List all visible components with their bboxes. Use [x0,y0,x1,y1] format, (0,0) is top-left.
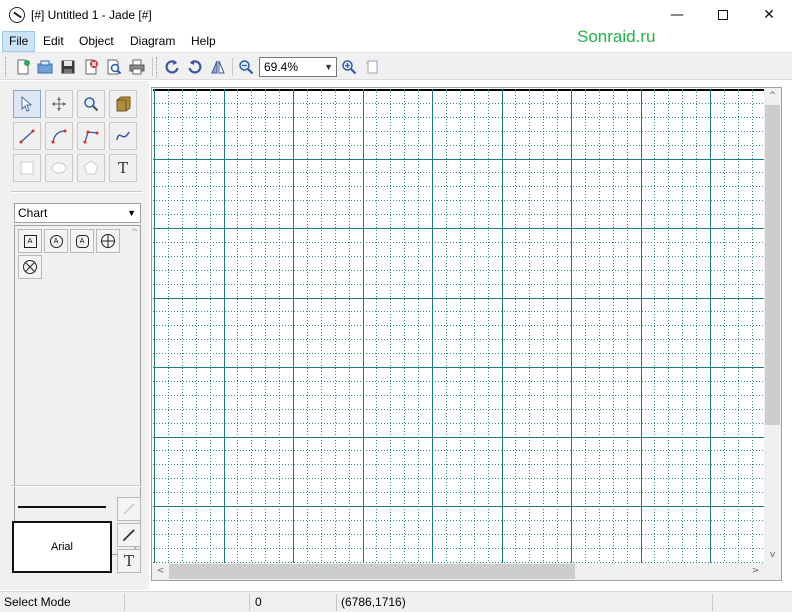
font-sample-box[interactable]: Arial [12,521,112,573]
rotate-right-icon[interactable] [184,56,206,78]
pen-light-icon [123,503,135,515]
palette-selected: Chart [18,206,48,220]
ellipse-tool[interactable] [45,154,73,182]
toolbar-grip[interactable] [5,57,8,77]
window-title: [#] Untitled 1 - Jade [#] [31,8,152,22]
print-preview-icon[interactable] [103,56,125,78]
curve-tool[interactable] [109,122,137,150]
zoom-out-icon[interactable] [235,56,257,78]
pen-icon [123,529,135,541]
page-icon[interactable] [361,56,383,78]
chevron-up-icon[interactable]: ^ [130,228,138,238]
x-circle-icon [23,260,37,274]
x-circle-shape[interactable] [18,255,42,279]
flip-icon[interactable] [207,56,229,78]
rounded-a-icon: A [75,234,89,248]
box-a-shape[interactable]: A [18,229,42,253]
horizontal-scroll-thumb[interactable] [169,564,575,579]
text-tool[interactable]: T [109,154,137,182]
zoom-tool-icon [84,97,99,112]
status-bar: Select Mode 0 (6786,1716) [0,591,792,612]
status-coords: (6786,1716) [341,595,406,609]
line-style-sample[interactable] [18,506,106,508]
drawing-canvas-frame: ^ v < > [151,87,782,581]
rectangle-icon [20,161,34,175]
text-icon: T [117,159,128,177]
close-button[interactable]: ✕ [746,0,792,30]
scroll-left-icon[interactable]: < [152,563,169,580]
canvas-grid [153,89,765,563]
line-color-button[interactable] [117,497,141,521]
menu-bar: File Edit Object Diagram Help [0,31,792,52]
circle-a-shape[interactable]: A [44,229,68,253]
app-icon [9,7,25,23]
vertical-scroll-thumb[interactable] [765,105,780,425]
pointer-icon [21,96,33,112]
curve-icon [116,131,130,141]
line-icon [19,129,35,144]
menu-diagram[interactable]: Diagram [124,31,181,52]
panel-divider-2 [11,485,142,487]
chevron-down-icon: ▼ [324,62,333,72]
fill-icon [116,96,131,112]
move-tool[interactable] [45,90,73,118]
close-file-icon[interactable] [80,56,102,78]
font-name: Arial [50,541,73,553]
zoom-select[interactable]: 69.4% ▼ [259,57,337,77]
menu-help[interactable]: Help [185,31,222,52]
new-file-icon[interactable] [12,56,34,78]
arc-icon [51,129,67,144]
rounded-a-shape[interactable]: A [70,229,94,253]
fill-tool[interactable] [109,90,137,118]
print-icon[interactable] [126,56,148,78]
rotate-left-icon[interactable] [161,56,183,78]
open-icon[interactable] [34,56,56,78]
crosshair-circle-shape[interactable] [96,229,120,253]
pointer-tool[interactable] [13,90,41,118]
circle-a-icon: A [49,234,63,248]
polygon-icon [83,160,99,175]
text-style-icon: T [123,552,134,570]
text-style-button[interactable]: T [117,549,141,573]
horizontal-scrollbar[interactable]: < > [152,563,764,580]
box-a-icon: A [23,234,37,248]
watermark-text: Sonraid.ru [577,27,656,46]
panel-divider [11,191,142,193]
pen-button[interactable] [117,523,141,547]
chevron-down-icon: ▼ [127,208,136,218]
menu-edit[interactable]: Edit [37,31,70,52]
move-icon [52,97,66,111]
palette-select[interactable]: Chart ▼ [14,203,141,223]
menu-object[interactable]: Object [73,31,120,52]
ellipse-icon [51,162,67,174]
polygon-tool[interactable] [77,154,105,182]
maximize-icon [718,10,728,20]
scroll-up-icon[interactable]: ^ [764,88,781,105]
maximize-button[interactable] [700,0,746,30]
vertical-scrollbar[interactable]: ^ v [764,88,781,564]
scroll-right-icon[interactable]: > [747,563,764,580]
rectangle-tool[interactable] [13,154,41,182]
status-count: 0 [255,595,262,609]
toolbar-grip-2[interactable] [156,57,159,77]
minimize-button[interactable]: — [654,0,700,30]
title-bar: [#] Untitled 1 - Jade [#] — ✕ [0,0,792,31]
scroll-corner [764,563,781,580]
zoom-value: 69.4% [264,60,299,74]
zoom-tool[interactable] [77,90,105,118]
arc-tool[interactable] [45,122,73,150]
scroll-down-icon[interactable]: v [764,547,781,564]
save-icon[interactable] [57,56,79,78]
polyline-icon [83,130,99,144]
crosshair-circle-icon [101,234,115,248]
line-tool[interactable] [13,122,41,150]
menu-file[interactable]: File [2,31,36,52]
drawing-canvas[interactable] [153,89,765,563]
status-mode: Select Mode [4,595,71,609]
polyline-tool[interactable] [77,122,105,150]
tool-panel: T Chart ▼ A A A ^ v Arial T [0,81,149,590]
main-toolbar: 69.4% ▼ [0,52,792,80]
zoom-in-icon[interactable] [338,56,360,78]
